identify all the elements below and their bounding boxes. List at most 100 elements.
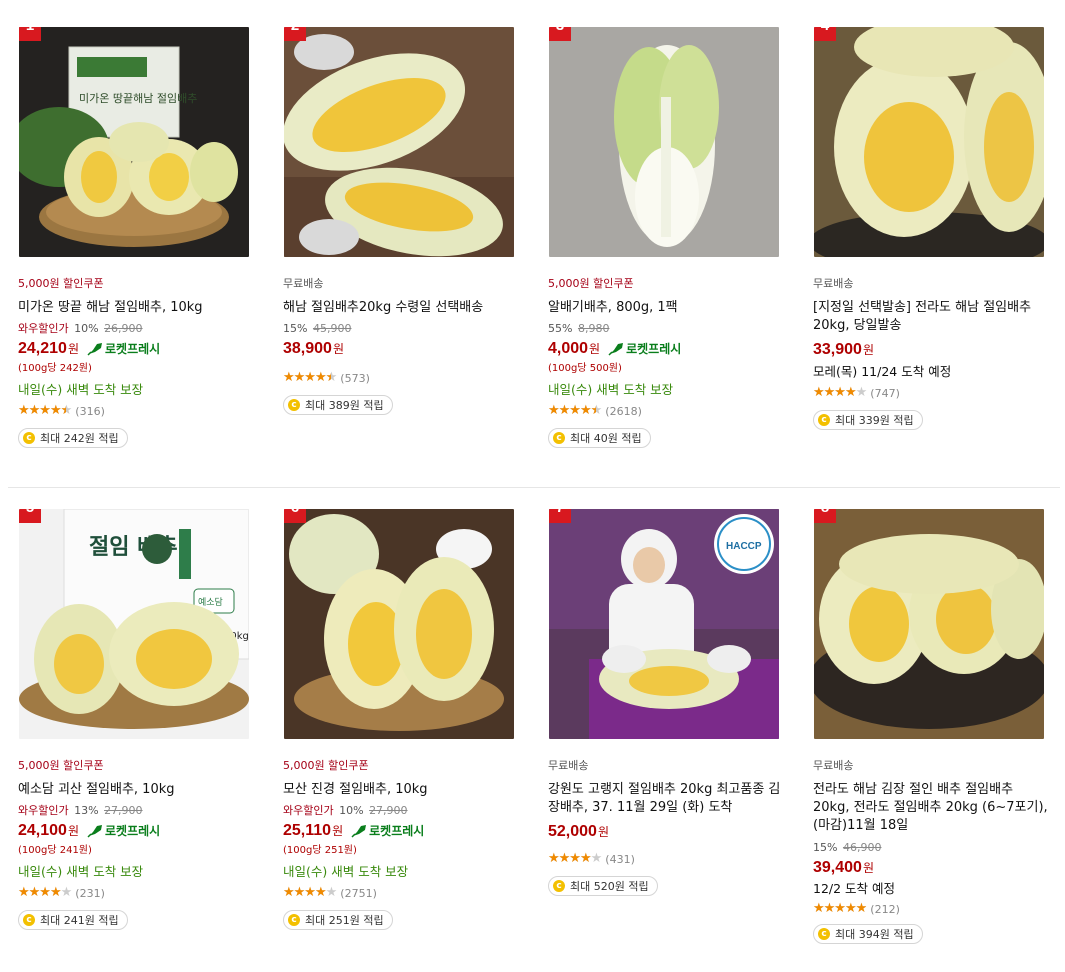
product-card[interactable]: 6 5,000원 할인쿠폰 모산 진경 절임배추, 10kg 와우할인가 10%…: [283, 509, 523, 930]
coupon-badge: 5,000원 할인쿠폰: [283, 759, 369, 772]
wow-label: 와우할인가: [283, 804, 334, 817]
reward-text: 최대 241원 적립: [40, 914, 119, 927]
unit-price: (100g당 500원): [548, 363, 622, 374]
sale-price: 52,000: [548, 822, 597, 840]
product-name[interactable]: 예소담 괴산 절임배추, 10kg: [18, 781, 254, 799]
product-image[interactable]: 8: [814, 509, 1044, 739]
product-photo: 미가온 땅끝해남 절임배추: [19, 27, 249, 257]
reward-badge: c 최대 520원 적립: [548, 876, 658, 896]
product-image[interactable]: HACCP 7: [549, 509, 779, 739]
coin-icon: c: [553, 880, 565, 892]
product-card[interactable]: 8 무료배송 전라도 해남 김장 절인 배추 절임배추 20kg, 전라도 절임…: [813, 509, 1053, 944]
rocket-label: 로켓프레시: [104, 824, 161, 838]
review-count: (231): [75, 886, 105, 900]
product-card[interactable]: 4 무료배송 [지정일 선택발송] 전라도 해남 절임배추 20kg, 당일발송…: [813, 27, 1053, 430]
coupon-badge: 5,000원 할인쿠폰: [548, 277, 634, 290]
product-name[interactable]: 해남 절임배추20kg 수령일 선택배송: [283, 299, 519, 317]
currency: 원: [67, 824, 79, 838]
original-price: 46,900: [842, 841, 882, 854]
discount-line: 와우할인가 10% 26,900: [18, 322, 258, 336]
discount-rate: 15%: [283, 322, 308, 335]
arrival-info: 내일(수) 새벽 도착 보장: [283, 864, 409, 879]
product-name[interactable]: [지정일 선택발송] 전라도 해남 절임배추 20kg, 당일발송: [813, 299, 1049, 335]
discount-rate: 10%: [339, 804, 364, 817]
product-name[interactable]: 미가온 땅끝 해남 절임배추, 10kg: [18, 299, 254, 317]
product-card[interactable]: 3 5,000원 할인쿠폰 알배기배추, 800g, 1팩 55% 8,980 …: [548, 27, 788, 448]
product-grid: 미가온 땅끝해남 절임배추 1 5,000원 할인쿠폰 미가온 땅끝 해남 절임…: [0, 0, 1065, 972]
product-image[interactable]: 4: [814, 27, 1044, 257]
currency: 원: [862, 861, 874, 875]
currency: 원: [332, 824, 344, 838]
currency: 원: [332, 342, 344, 356]
product-card[interactable]: 미가온 땅끝해남 절임배추 1 5,000원 할인쿠폰 미가온 땅끝 해남 절임…: [18, 27, 258, 448]
rocket-badge: 로켓프레시: [351, 822, 424, 839]
price-row: 24,210 원 로켓프레시: [18, 338, 258, 359]
product-image[interactable]: 2: [284, 27, 514, 257]
rank-flag-icon: 7: [549, 509, 571, 523]
review-count: (212): [870, 902, 900, 916]
product-photo: [284, 27, 514, 257]
reward-text: 최대 389원 적립: [305, 399, 384, 412]
unit-price: (100g당 241원): [18, 845, 92, 856]
unit-price: (100g당 242원): [18, 363, 92, 374]
arrival-info: 내일(수) 새벽 도착 보장: [18, 864, 144, 879]
rating: ★★★★★ ★★★★★ (573): [283, 371, 523, 385]
rating: ★★★★★ ★★★★★ (2618): [548, 404, 788, 418]
product-image[interactable]: 미가온 땅끝해남 절임배추 1: [19, 27, 249, 257]
discount-line: 와우할인가 13% 27,900: [18, 804, 258, 818]
coin-icon: c: [288, 399, 300, 411]
star-icon: ★★★★★★★★★★: [813, 901, 867, 916]
product-name[interactable]: 강원도 고랭지 절임배추 20kg 최고품종 김장배추, 37. 11월 29일…: [548, 781, 784, 817]
product-name[interactable]: 전라도 해남 김장 절인 배추 절임배추 20kg, 전라도 절임배추 20kg…: [813, 781, 1049, 835]
price-row: 39,400 원: [813, 857, 1053, 878]
rocket-badge: 로켓프레시: [87, 822, 160, 839]
product-image[interactable]: 절임 배추 예소담 10kg 5: [19, 509, 249, 739]
discount-line: 55% 8,980: [548, 322, 788, 336]
arrival-info: 12/2 도착 예정: [813, 881, 896, 896]
reward-text: 최대 251원 적립: [305, 914, 384, 927]
discount-line: 15% 46,900: [813, 841, 1053, 855]
unit-price: (100g당 251원): [283, 845, 357, 856]
product-photo: [814, 27, 1044, 257]
reward-text: 최대 242원 적립: [40, 432, 119, 445]
price-row: 33,900 원: [813, 339, 1053, 360]
box-label: 미가온 땅끝해남 절임배추: [79, 91, 197, 105]
coupon-badge: 5,000원 할인쿠폰: [18, 759, 104, 772]
product-card[interactable]: HACCP 7 무료배송 강원도 고랭지 절임배추 20kg 최고품종 김장배추…: [548, 509, 788, 896]
rank-flag-icon: 5: [19, 509, 41, 523]
sale-price: 24,100: [18, 821, 67, 839]
coin-icon: c: [288, 914, 300, 926]
product-image[interactable]: 6: [284, 509, 514, 739]
rating: ★★★★★★★★★★ (747): [813, 386, 1053, 400]
product-photo: HACCP: [549, 509, 779, 739]
arrival-info: 모레(목) 11/24 도착 예정: [813, 364, 952, 379]
product-photo: [284, 509, 514, 739]
shipping-badge: 무료배송: [813, 277, 854, 290]
review-count: (431): [605, 852, 635, 866]
product-card[interactable]: 절임 배추 예소담 10kg 5 5,000원 할인쿠폰 예소담 괴산 절임배추…: [18, 509, 258, 930]
product-card[interactable]: 2 무료배송 해남 절임배추20kg 수령일 선택배송 15% 45,900 3…: [283, 27, 523, 415]
product-name[interactable]: 모산 진경 절임배추, 10kg: [283, 781, 519, 799]
coin-icon: c: [818, 928, 830, 940]
review-count: (747): [870, 386, 900, 400]
product-image[interactable]: 3: [549, 27, 779, 257]
arrival-info: 내일(수) 새벽 도착 보장: [18, 382, 144, 397]
rocket-icon: [87, 342, 102, 356]
original-price: 8,980: [577, 322, 610, 335]
shipping-badge: 무료배송: [548, 759, 589, 772]
product-name[interactable]: 알배기배추, 800g, 1팩: [548, 299, 784, 317]
brand-label: 예소담: [198, 596, 223, 608]
review-count: (2751): [340, 886, 377, 900]
star-icon: ★★★★★★★★★★: [813, 385, 867, 400]
rank-flag-icon: 6: [284, 509, 306, 523]
star-icon: ★★★★★★★★★★: [18, 403, 72, 418]
rocket-label: 로켓프레시: [104, 342, 161, 356]
price-row: 25,110 원 로켓프레시: [283, 820, 523, 841]
reward-badge: c 최대 339원 적립: [813, 410, 923, 430]
star-icon: ★★★★★★★★★★: [18, 885, 72, 900]
currency: 원: [597, 825, 609, 839]
reward-text: 최대 520원 적립: [570, 880, 649, 893]
original-price: 45,900: [312, 322, 352, 335]
sale-price: 24,210: [18, 339, 67, 357]
wow-label: 와우할인가: [18, 804, 69, 817]
